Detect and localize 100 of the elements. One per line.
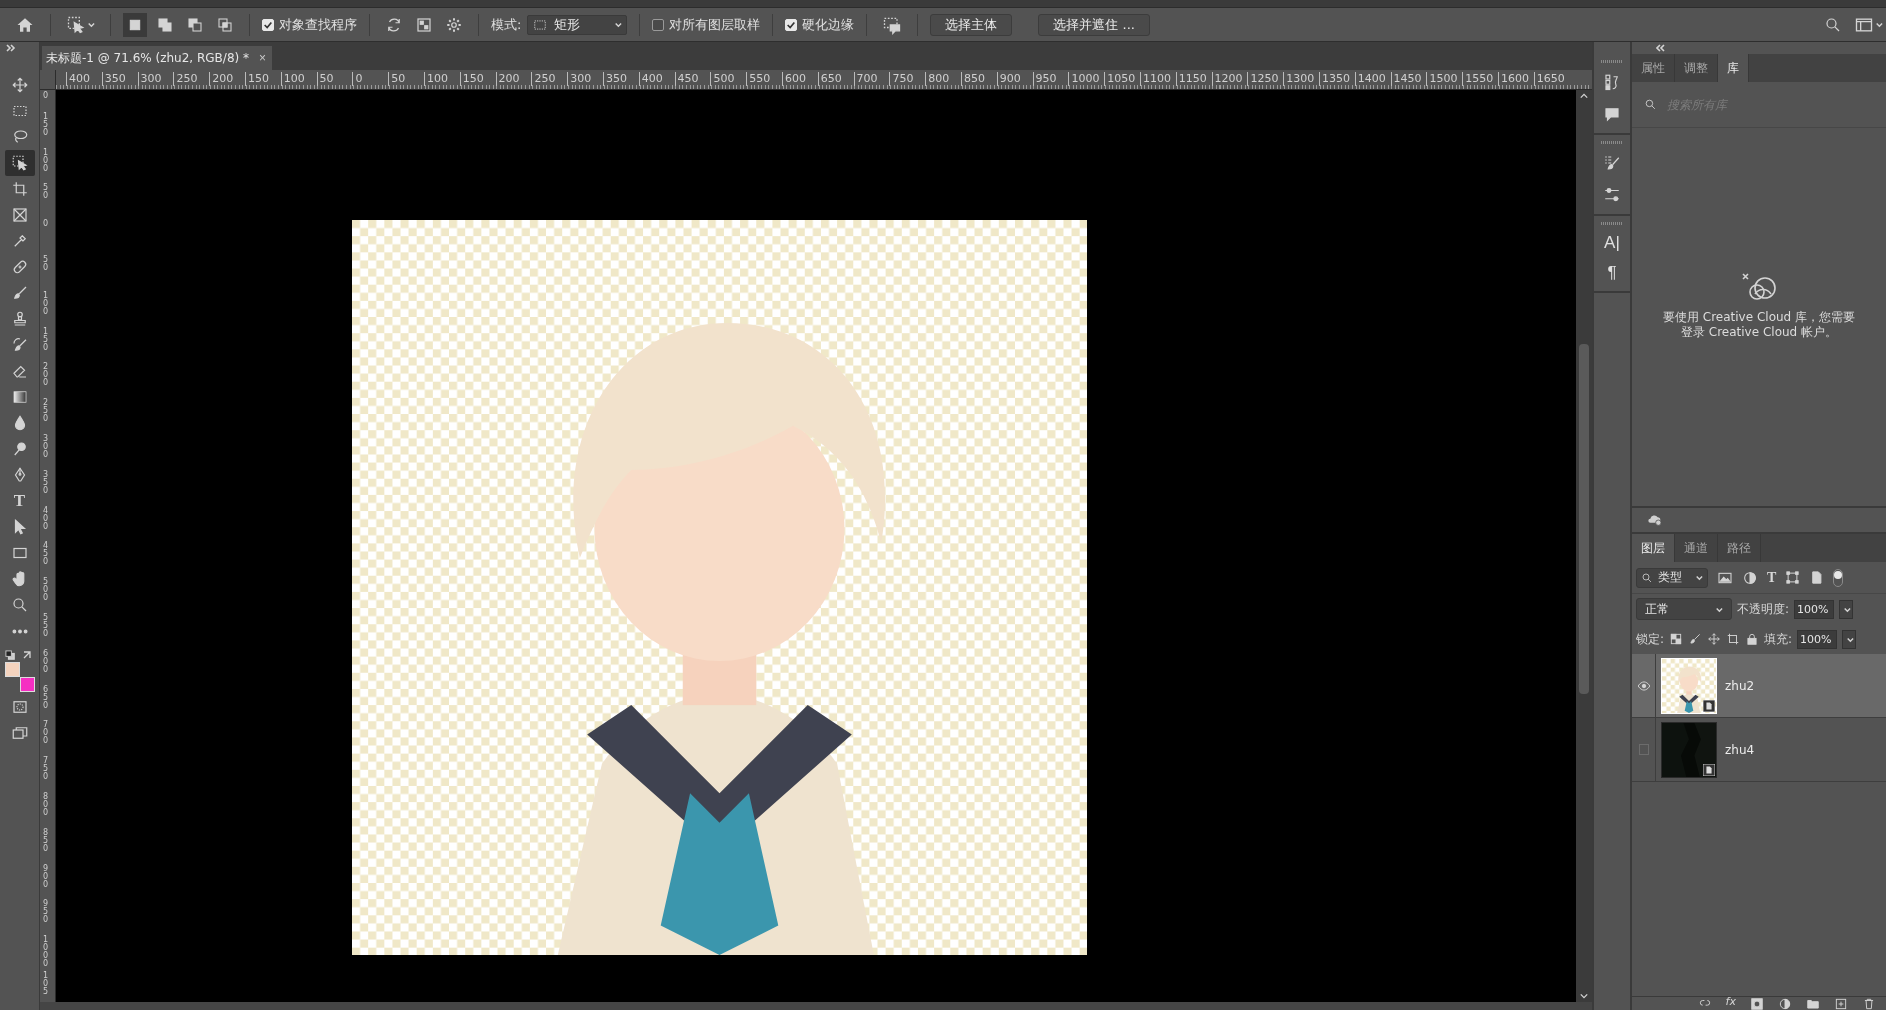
ruler-label: 150 — [43, 112, 49, 137]
overlay-icon — [415, 15, 433, 34]
checkbox[interactable] — [652, 18, 665, 31]
collapse-icon[interactable] — [1656, 44, 1666, 52]
ruler-label: 200 — [209, 72, 234, 86]
search-icon — [1824, 15, 1842, 34]
ruler-label: 950 — [43, 900, 49, 925]
checkmark-icon — [786, 19, 797, 30]
ruler-label: 400 — [43, 506, 49, 531]
new-layer-icon[interactable] — [1834, 997, 1848, 1010]
swap-icon[interactable] — [21, 650, 32, 660]
folder-icon[interactable] — [1806, 997, 1820, 1010]
default-colors-icon[interactable] — [4, 650, 15, 660]
background-color-swatch[interactable] — [19, 677, 35, 692]
mask-icon[interactable] — [1750, 997, 1764, 1010]
ruler-label: 300 — [567, 72, 592, 86]
ruler-label: 750 — [43, 757, 49, 782]
screen-mode-icon — [10, 724, 29, 742]
type-filter-glyph[interactable]: T — [1767, 569, 1777, 586]
panel-tab[interactable]: 库 — [1718, 54, 1749, 82]
fill-dropdown-button[interactable] — [1842, 629, 1857, 649]
ruler-label: 550 — [43, 614, 49, 638]
subtract-selection-icon — [187, 16, 203, 33]
lock-paint-icon[interactable] — [1688, 632, 1703, 646]
shape-filter-icon[interactable] — [1785, 570, 1801, 585]
foreground-color-swatch[interactable] — [4, 662, 20, 677]
sliders-icon — [1603, 186, 1621, 204]
ruler-label: 1200 — [1211, 72, 1243, 86]
panel-button[interactable]: ¶ — [1597, 261, 1627, 285]
select-button[interactable]: 选择主体 — [930, 13, 1013, 36]
filter-dropdown[interactable]: 类型 — [1636, 567, 1708, 588]
refresh-icon — [385, 15, 403, 34]
more-icon — [11, 628, 28, 634]
smart-object-filter-icon[interactable] — [1809, 570, 1825, 585]
selection-mode-button[interactable] — [123, 12, 147, 37]
ruler-label: 105 — [43, 972, 49, 996]
frame-icon — [10, 206, 29, 224]
scroll-up-icon[interactable] — [1579, 92, 1589, 100]
ruler-label: 1100 — [1140, 72, 1171, 86]
ruler-label: 350 — [43, 470, 49, 495]
tool-button[interactable]: T — [4, 488, 35, 514]
history-icon — [1603, 73, 1621, 91]
object-select-icon — [66, 14, 86, 35]
ruler-label: 400 — [66, 72, 90, 86]
caret-icon — [1874, 20, 1883, 29]
layer-row[interactable]: zhu4 — [1632, 718, 1886, 782]
adjustment-filter-icon[interactable] — [1742, 569, 1758, 586]
tool-button[interactable] — [4, 150, 35, 176]
ruler-label: 850 — [961, 72, 985, 86]
ruler-label: 850 — [43, 828, 49, 853]
panel-tab[interactable]: 图层 — [1632, 534, 1675, 562]
ruler-label: 800 — [43, 793, 49, 817]
artboard-icon[interactable] — [1726, 632, 1741, 646]
checkbox-label: 对象查找程序 — [279, 15, 357, 34]
gradient-icon — [10, 388, 29, 406]
trash-icon[interactable] — [1862, 997, 1876, 1010]
zoom-icon — [10, 596, 29, 614]
ruler-label: 450 — [43, 542, 49, 567]
brush-settings-icon — [1603, 154, 1621, 172]
history-brush-icon — [10, 336, 29, 354]
scrollbar-thumb[interactable] — [1579, 344, 1589, 694]
ruler-label: 150 — [43, 327, 49, 352]
layer-name[interactable]: zhu4 — [1725, 742, 1755, 757]
ruler-label: 250 — [531, 72, 556, 86]
layer-name[interactable]: zhu2 — [1725, 678, 1755, 693]
fill-field[interactable]: 100% — [1797, 629, 1838, 649]
opacity-label: 不透明度: — [1737, 600, 1790, 618]
panel-tab[interactable]: 通道 — [1675, 534, 1718, 562]
scroll-down-icon[interactable] — [1579, 992, 1589, 1000]
ruler-label: 100 — [424, 72, 448, 86]
document-tab[interactable]: 未标题-1 @ 71.6% (zhu2, RGB/8) * × — [42, 46, 273, 70]
type-tool-glyph: T — [13, 491, 26, 511]
expand-icon[interactable] — [6, 44, 16, 52]
quick-mask-icon — [10, 698, 29, 716]
blend-mode-dropdown[interactable]: 正常 — [1636, 598, 1732, 620]
opacity-dropdown-button[interactable] — [1839, 599, 1854, 619]
layer-row[interactable]: zhu2 — [1632, 654, 1886, 718]
adjustment-icon[interactable] — [1778, 997, 1792, 1010]
search-icon — [1644, 98, 1657, 111]
lock-icon[interactable] — [1745, 632, 1760, 646]
ruler-label: 100 — [43, 148, 49, 173]
ruler-label: 200 — [495, 72, 520, 86]
panel-tab[interactable]: 属性 — [1632, 54, 1675, 82]
panel-tab[interactable]: 路径 — [1718, 534, 1761, 562]
intersect-selection-icon — [217, 16, 233, 33]
ruler-label: 0 — [43, 92, 49, 100]
eye-icon[interactable] — [1635, 678, 1652, 693]
layer-style-button[interactable]: fx — [1725, 997, 1736, 1007]
select-button[interactable]: 选择并遮住 ... — [1038, 13, 1150, 36]
mode-dropdown[interactable]: 矩形 — [527, 14, 628, 35]
ruler-label: 1150 — [1175, 72, 1207, 86]
ruler-label: 250 — [173, 72, 198, 86]
dashed-rect-icon — [532, 17, 549, 32]
move-icon[interactable] — [1707, 632, 1722, 646]
ruler-label: 200 — [43, 363, 49, 388]
close-button[interactable]: × — [259, 51, 267, 65]
opacity-field[interactable]: 100% — [1794, 599, 1835, 619]
ruler-label: 900 — [996, 72, 1021, 86]
panel-button[interactable]: A| — [1597, 231, 1627, 255]
lock-pixels-icon[interactable] — [1669, 632, 1684, 646]
